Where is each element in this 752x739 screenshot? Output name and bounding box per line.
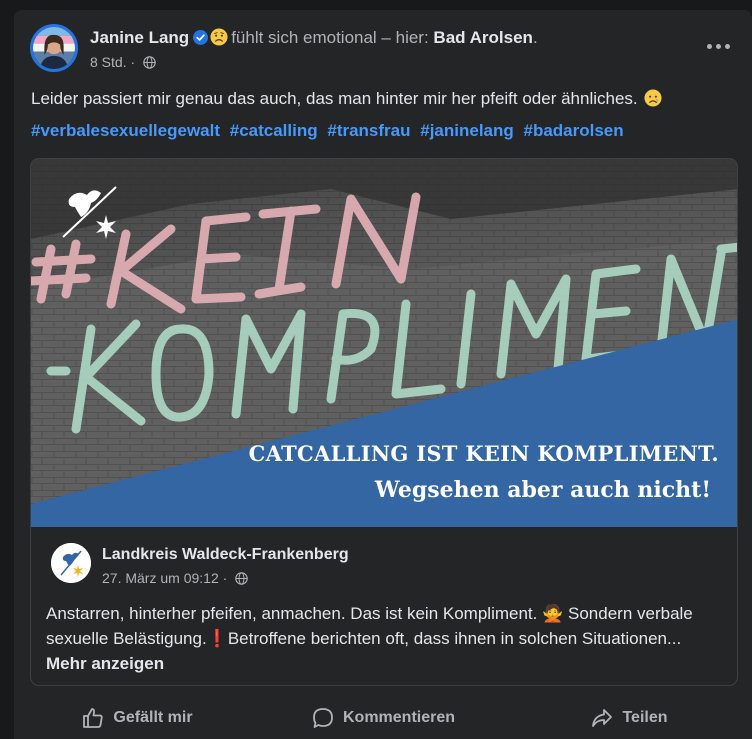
post-text: Leider passiert mir genau das auch, das …	[31, 88, 731, 110]
post-time[interactable]: 8 Std.	[90, 54, 127, 70]
author-line: Janine Lang fühlt sich emotional – hier: …	[90, 28, 538, 48]
author-name[interactable]: Janine Lang	[90, 28, 189, 47]
crying-face-icon	[644, 89, 662, 107]
like-button[interactable]: Gefällt mir	[14, 696, 260, 739]
shared-post[interactable]: CATCALLING IST KEIN KOMPLIMENT. Wegsehen…	[30, 158, 738, 686]
page-avatar[interactable]	[51, 543, 91, 583]
shared-text: Anstarren, hinterher pfeifen, anmachen. …	[46, 601, 726, 676]
post-body: Leider passiert mir genau das auch, das …	[31, 89, 638, 108]
shared-date[interactable]: 27. März um 09:12	[102, 570, 219, 586]
action-bar: Gefällt mir Kommentieren Teilen	[14, 696, 752, 739]
thumbs-up-icon	[83, 708, 104, 728]
campaign-image[interactable]: CATCALLING IST KEIN KOMPLIMENT. Wegsehen…	[31, 159, 737, 527]
location-link[interactable]: Bad Arolsen	[433, 28, 533, 47]
hashtag-link[interactable]: #janinelang	[420, 121, 514, 140]
meta-separator: ·	[130, 54, 136, 70]
globe-icon	[143, 56, 156, 69]
exclamation-icon: ❗	[206, 629, 228, 648]
share-button[interactable]: Teilen	[506, 696, 752, 739]
hashtag-link[interactable]: #badarolsen	[524, 121, 624, 140]
see-more-link[interactable]: Mehr anzeigen	[46, 654, 164, 673]
comment-label: Kommentieren	[342, 709, 456, 726]
globe-icon	[235, 572, 248, 585]
comment-bubble-icon	[313, 708, 333, 728]
hashtag-link[interactable]: #transfrau	[327, 121, 410, 140]
hashtag-link[interactable]: #verbalesexuellegewalt	[31, 121, 220, 140]
location-suffix: .	[532, 28, 538, 47]
shared-meta: 27. März um 09:12 ·	[102, 570, 248, 586]
banner-headline: CATCALLING IST KEIN KOMPLIMENT.	[248, 441, 719, 466]
share-arrow-icon	[592, 709, 613, 727]
meta-separator: ·	[222, 570, 228, 586]
post-header: Janine Lang fühlt sich emotional – hier: …	[30, 24, 752, 76]
woman-gesturing-no-icon: 🙅	[542, 604, 564, 623]
hashtag-link[interactable]: #catcalling	[230, 121, 318, 140]
comment-button[interactable]: Kommentieren	[260, 696, 506, 739]
post-meta: 8 Std. ·	[90, 54, 156, 70]
shared-text-part1: Anstarren, hinterher pfeifen, anmachen. …	[46, 604, 538, 623]
verified-badge-icon	[193, 30, 209, 45]
banner-subline: Wegsehen aber auch nicht!	[374, 477, 711, 503]
like-label: Gefällt mir	[113, 709, 193, 726]
sad-face-icon	[210, 28, 228, 46]
post-card: Janine Lang fühlt sich emotional – hier: …	[14, 10, 752, 739]
share-label: Teilen	[622, 709, 668, 726]
shared-text-part3: Betroffene berichten oft, dass ihnen in …	[227, 629, 682, 648]
more-options-icon[interactable]	[704, 36, 732, 56]
author-avatar[interactable]	[30, 24, 78, 72]
feeling-text: fühlt sich emotional – hier:	[231, 28, 429, 47]
hashtag-list: #verbalesexuellegewalt #catcalling #tran…	[31, 121, 629, 141]
page-name[interactable]: Landkreis Waldeck-Frankenberg	[102, 546, 349, 564]
